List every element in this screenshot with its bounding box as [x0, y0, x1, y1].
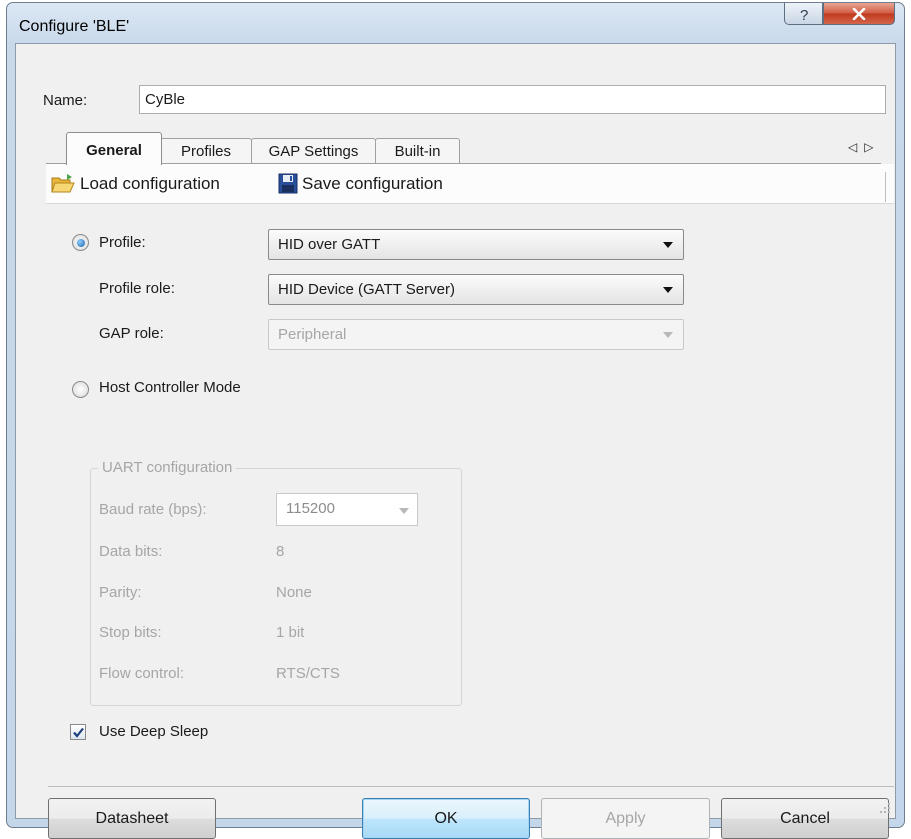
tab-gap-settings[interactable]: GAP Settings — [251, 138, 376, 164]
dialog-client-area: Name: CyBle Profiles GAP Settings Built-… — [15, 43, 896, 839]
window-title: Configure 'BLE' — [19, 18, 130, 35]
tab-scroll-right-icon[interactable]: ▷ — [864, 140, 880, 154]
tab-scroll-arrows[interactable]: ◁▷ — [848, 140, 880, 154]
stop-bits-value: 1 bit — [276, 624, 305, 641]
button-row-divider — [48, 786, 894, 787]
profile-role-select[interactable]: HID Device (GATT Server) — [268, 274, 684, 305]
tab-scroll-left-icon[interactable]: ◁ — [848, 140, 864, 154]
datasheet-button[interactable]: Datasheet — [48, 798, 216, 839]
profile-radio-label[interactable]: Profile: — [99, 234, 146, 251]
save-configuration-label: Save configuration — [302, 173, 443, 193]
title-bar[interactable]: Configure 'BLE' ? — [7, 3, 904, 43]
parity-label: Parity: — [99, 584, 142, 601]
general-tab-panel: Profile: HID over GATT Profile role: HID… — [46, 204, 894, 740]
chevron-down-icon — [663, 242, 673, 248]
chevron-down-icon — [399, 508, 409, 514]
baud-rate-value: 115200 — [286, 500, 335, 517]
help-button[interactable]: ? — [784, 3, 823, 25]
profile-select[interactable]: HID over GATT — [268, 229, 684, 260]
tab-profiles[interactable]: Profiles — [160, 138, 252, 164]
ok-button[interactable]: OK — [362, 798, 530, 839]
svg-text:?: ? — [800, 7, 808, 22]
apply-button: Apply — [541, 798, 710, 839]
load-configuration-button[interactable]: Load configuration — [50, 173, 220, 195]
toolbar: Load configuration Save configuration — [46, 164, 894, 204]
folder-open-icon — [51, 174, 75, 193]
baud-rate-select: 115200 — [276, 493, 418, 526]
resize-grip-icon[interactable] — [879, 802, 891, 814]
cancel-button[interactable]: Cancel — [721, 798, 889, 839]
chevron-down-icon — [663, 287, 673, 293]
tab-strip: Profiles GAP Settings Built-in General — [46, 132, 886, 165]
name-input[interactable]: CyBle — [139, 85, 886, 114]
host-controller-mode-label[interactable]: Host Controller Mode — [99, 379, 241, 396]
profile-role-value: HID Device (GATT Server) — [278, 281, 455, 298]
close-button[interactable] — [823, 3, 895, 25]
radio-selected-dot — [77, 239, 85, 247]
tab-built-in[interactable]: Built-in — [375, 138, 460, 164]
name-label: Name: — [43, 92, 88, 109]
profile-radio[interactable] — [72, 234, 89, 251]
data-bits-value: 8 — [276, 543, 285, 560]
load-configuration-label: Load configuration — [80, 174, 220, 193]
data-bits-label: Data bits: — [99, 543, 163, 560]
save-configuration-button[interactable]: Save configuration — [278, 173, 443, 194]
gap-role-label: GAP role: — [99, 325, 164, 342]
help-icon: ? — [800, 7, 808, 22]
profile-select-value: HID over GATT — [278, 236, 381, 253]
flow-control-label: Flow control: — [99, 665, 185, 682]
dialog-window: Configure 'BLE' ? Name: CyBle Profiles G… — [6, 2, 905, 839]
baud-rate-label: Baud rate (bps): — [99, 501, 207, 518]
toolbar-separator — [885, 172, 886, 202]
flow-control-value: RTS/CTS — [276, 665, 340, 682]
gap-role-select: Peripheral — [268, 319, 684, 350]
host-controller-mode-radio[interactable] — [72, 381, 89, 398]
tab-general[interactable]: General — [66, 132, 162, 165]
floppy-disk-icon — [278, 173, 298, 194]
use-deep-sleep-label[interactable]: Use Deep Sleep — [99, 723, 208, 740]
uart-configuration-title: UART configuration — [98, 459, 237, 476]
parity-value: None — [276, 584, 312, 601]
chevron-down-icon — [663, 332, 673, 338]
stop-bits-label: Stop bits: — [99, 624, 162, 641]
checkmark-icon — [73, 727, 84, 738]
close-icon — [852, 7, 866, 20]
gap-role-value: Peripheral — [278, 326, 347, 343]
profile-role-label: Profile role: — [99, 280, 175, 297]
use-deep-sleep-checkbox[interactable] — [70, 724, 86, 740]
